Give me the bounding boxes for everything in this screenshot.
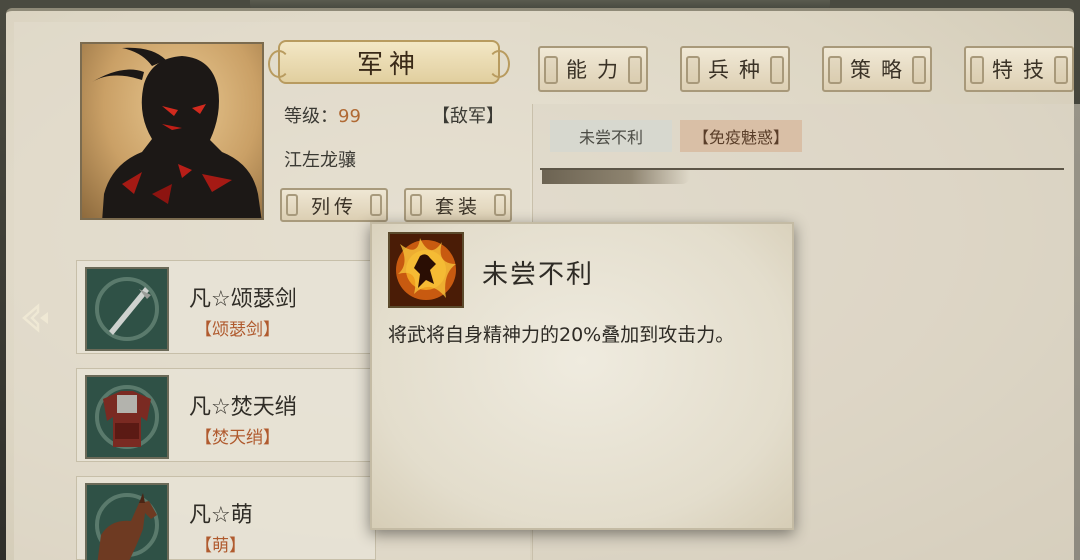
equipment-tag: 【焚天绡】 — [195, 428, 280, 448]
skill-tooltip: 未尝不利 将武将自身精神力的20%叠加到攻击力。 — [370, 222, 794, 530]
tooltip-title: 未尝不利 — [482, 260, 595, 290]
general-alias: 江左龙骧 — [284, 150, 356, 171]
tab-troops[interactable]: 兵种 — [680, 46, 790, 92]
armored-general-icon — [92, 47, 262, 218]
tab-ornament — [828, 56, 842, 84]
horse-icon — [85, 483, 169, 560]
tab-ornament — [544, 56, 558, 84]
button-ornament — [370, 194, 382, 216]
tab-special-skills[interactable]: 特技 — [964, 46, 1074, 92]
equipment-item-weapon[interactable]: 凡☆颂瑟剑 【颂瑟剑】 — [76, 260, 376, 354]
tab-label: 特技 — [992, 58, 1054, 82]
armor-icon — [85, 375, 169, 459]
left-arrow-icon[interactable] — [18, 298, 58, 338]
equipment-name: 凡☆萌 — [189, 503, 253, 528]
equipment-tag: 【萌】 — [195, 536, 246, 556]
equipment-item-mount[interactable]: 凡☆萌 【萌】 — [76, 476, 376, 560]
general-title: 军神 — [268, 40, 510, 84]
tooltip-description: 将武将自身精神力的20%叠加到攻击力。 — [388, 324, 735, 346]
equipment-set-label: 套装 — [434, 195, 481, 218]
tab-ornament — [912, 56, 926, 84]
sword-icon — [85, 267, 169, 351]
tab-ability[interactable]: 能力 — [538, 46, 648, 92]
biography-button[interactable]: 列传 — [280, 188, 388, 222]
level-row: 等级：99 — [284, 102, 361, 128]
tab-ornament — [970, 56, 984, 84]
faction-label: 【敌军】 — [432, 106, 504, 127]
skill-chip[interactable]: 未尝不利 — [550, 120, 672, 152]
tab-label: 兵种 — [708, 58, 770, 82]
general-portrait[interactable] — [80, 42, 264, 220]
button-ornament — [410, 194, 422, 216]
equipment-item-armor[interactable]: 凡☆焚天绡 【焚天绡】 — [76, 368, 376, 462]
tab-label: 能力 — [566, 58, 628, 82]
section-divider-ornament — [542, 170, 690, 184]
button-ornament — [286, 194, 298, 216]
equipment-set-button[interactable]: 套装 — [404, 188, 512, 222]
tab-ornament — [628, 56, 642, 84]
level-label: 等级： — [284, 106, 338, 127]
tab-ornament — [686, 56, 700, 84]
skill-chip[interactable]: 【免疫魅惑】 — [680, 120, 802, 152]
tab-ornament — [770, 56, 784, 84]
button-ornament — [494, 194, 506, 216]
equipment-tag: 【颂瑟剑】 — [195, 320, 280, 340]
biography-label: 列传 — [310, 195, 357, 218]
level-value: 99 — [338, 106, 361, 127]
tab-strategy[interactable]: 策略 — [822, 46, 932, 92]
equipment-name: 凡☆颂瑟剑 — [189, 287, 297, 312]
tab-ornament — [1054, 56, 1068, 84]
warrior-flame-icon — [388, 232, 464, 308]
equipment-name: 凡☆焚天绡 — [189, 395, 297, 420]
tab-label: 策略 — [850, 58, 912, 82]
